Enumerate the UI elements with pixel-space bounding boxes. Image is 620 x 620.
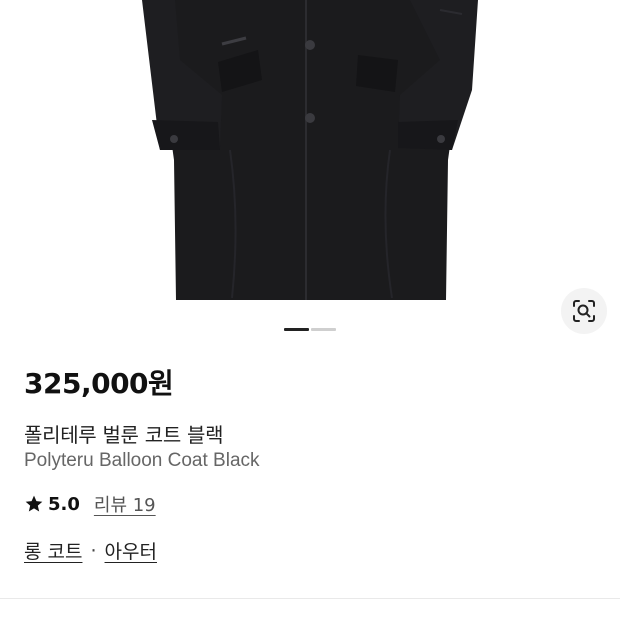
category-link-long-coat[interactable]: 롱 코트 — [24, 537, 82, 564]
section-divider — [0, 598, 620, 599]
reviews-link[interactable]: 리뷰 19 — [94, 491, 156, 517]
product-image-coat — [142, 0, 478, 300]
category-separator: · — [90, 539, 97, 562]
gallery-pagination — [284, 328, 336, 331]
product-price: 325,000원 — [24, 367, 174, 400]
rating-row: 5.0 리뷰 19 — [24, 491, 156, 517]
pagination-dot[interactable] — [311, 328, 336, 331]
product-name-english: Polyteru Balloon Coat Black — [24, 450, 260, 471]
category-link-outer[interactable]: 아우터 — [105, 537, 157, 564]
rating-value: 5.0 — [48, 493, 80, 515]
product-image-gallery[interactable] — [0, 0, 620, 345]
star-icon — [25, 495, 43, 512]
category-breadcrumb: 롱 코트 · 아우터 — [24, 537, 157, 564]
pagination-dot-active[interactable] — [284, 328, 309, 331]
product-name-korean: 폴리테루 벌룬 코트 블랙 — [24, 423, 224, 447]
lens-search-button[interactable] — [561, 288, 607, 334]
lens-search-icon — [573, 300, 595, 322]
